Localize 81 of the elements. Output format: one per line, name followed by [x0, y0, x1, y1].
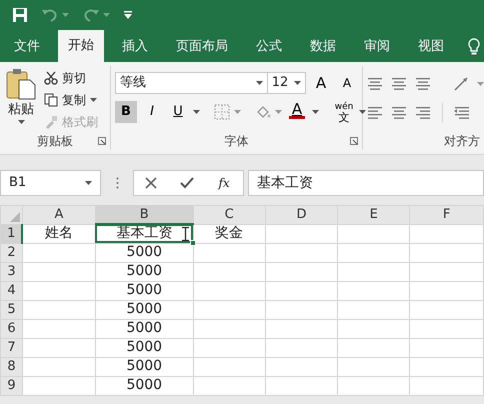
- group-label: 剪贴板: [37, 133, 73, 150]
- align-center-icon[interactable]: [391, 105, 407, 121]
- cell-text: 5000: [126, 263, 162, 279]
- caret-icon[interactable]: [359, 110, 366, 114]
- caret-icon[interactable]: [18, 120, 24, 124]
- caret-icon[interactable]: [294, 81, 301, 85]
- borders-icon[interactable]: [214, 104, 230, 120]
- clipboard-icon[interactable]: [6, 68, 36, 100]
- cell-text: 5000: [126, 377, 162, 393]
- group-label: 对齐方: [444, 133, 480, 150]
- cell-text: 奖金: [215, 225, 244, 241]
- cut-button[interactable]: 剪切: [42, 69, 100, 87]
- name-box[interactable]: B1: [0, 170, 101, 196]
- underline-button[interactable]: U: [167, 101, 189, 123]
- group-label: 字体: [224, 133, 248, 150]
- lightbulb-icon[interactable]: [468, 38, 480, 56]
- column-header[interactable]: B: [95, 206, 194, 224]
- copy-icon[interactable]: [44, 93, 58, 107]
- dialog-launcher-icon[interactable]: [98, 137, 106, 145]
- row-header[interactable]: 4: [0, 281, 22, 300]
- row-header[interactable]: 1: [0, 224, 22, 243]
- ribbon-tab[interactable]: 视图: [408, 32, 454, 62]
- column-header[interactable]: A: [22, 206, 96, 224]
- caret-icon[interactable]: [193, 110, 200, 114]
- ribbon-tab[interactable]: 开始: [58, 30, 104, 62]
- decrease-indent-icon[interactable]: [454, 105, 470, 121]
- bold-button[interactable]: B: [115, 101, 137, 123]
- dialog-launcher-icon[interactable]: [350, 137, 358, 145]
- row-header[interactable]: 6: [0, 319, 22, 338]
- caret-icon[interactable]: [85, 181, 92, 185]
- cell-text: 5000: [126, 282, 162, 298]
- fill-bucket-icon[interactable]: [255, 104, 271, 120]
- font-color-button[interactable]: A: [286, 101, 308, 123]
- cell-text: 5000: [126, 320, 162, 336]
- text-cursor-icon: [182, 227, 189, 241]
- ribbon-tab[interactable]: 页面布局: [166, 32, 238, 62]
- fill-handle[interactable]: [190, 240, 196, 246]
- cell-text: 5000: [126, 244, 162, 260]
- formula-input[interactable]: 基本工资: [248, 170, 484, 196]
- row-header[interactable]: 5: [0, 300, 22, 319]
- check-icon[interactable]: [180, 177, 194, 189]
- align-left-icon[interactable]: [367, 105, 383, 121]
- color-bar-icon: [289, 116, 305, 119]
- scissors-icon[interactable]: [44, 71, 58, 85]
- column-header[interactable]: F: [410, 206, 484, 224]
- save-icon[interactable]: [12, 7, 28, 23]
- font-name-field[interactable]: 等线: [115, 72, 268, 94]
- cell-text: 5000: [126, 339, 162, 355]
- font-size-field[interactable]: 12: [266, 72, 306, 94]
- insert-function-button[interactable]: fx: [216, 174, 232, 192]
- cell-text: 5000: [126, 301, 162, 317]
- ribbon-tab[interactable]: 公式: [246, 32, 292, 62]
- cell-text: 基本工资: [116, 225, 172, 242]
- italic-button[interactable]: I: [141, 101, 163, 123]
- caret-icon[interactable]: [256, 81, 263, 85]
- ribbon-tab[interactable]: 数据: [300, 32, 346, 62]
- copy-button[interactable]: 复制: [42, 91, 100, 109]
- row-header[interactable]: 7: [0, 338, 22, 357]
- row-header[interactable]: 3: [0, 262, 22, 281]
- ribbon-tab[interactable]: 审阅: [354, 32, 400, 62]
- row-header[interactable]: 2: [0, 243, 22, 262]
- cancel-icon[interactable]: [145, 177, 158, 189]
- grip-icon: [116, 177, 118, 189]
- customize-icon[interactable]: [124, 11, 132, 19]
- column-header[interactable]: D: [265, 206, 338, 224]
- row-header[interactable]: 8: [0, 357, 22, 376]
- ribbon-tab[interactable]: 文件: [4, 32, 50, 62]
- cell-text: 5000: [126, 358, 162, 374]
- phonetic-button[interactable]: wén 文: [333, 101, 355, 123]
- cell-text: 姓名: [45, 225, 74, 241]
- shrink-font-button[interactable]: A: [336, 72, 358, 94]
- paste-button[interactable]: 粘贴: [4, 66, 38, 132]
- column-header[interactable]: C: [193, 206, 266, 224]
- row-header[interactable]: 9: [0, 376, 22, 395]
- grow-font-button[interactable]: A: [310, 72, 332, 94]
- caret-icon[interactable]: [312, 110, 319, 114]
- column-header[interactable]: E: [338, 206, 410, 224]
- caret-icon[interactable]: [90, 98, 97, 102]
- align-right-icon[interactable]: [415, 105, 431, 121]
- ribbon-tab[interactable]: 插入: [112, 32, 158, 62]
- orientation-icon[interactable]: [453, 76, 469, 92]
